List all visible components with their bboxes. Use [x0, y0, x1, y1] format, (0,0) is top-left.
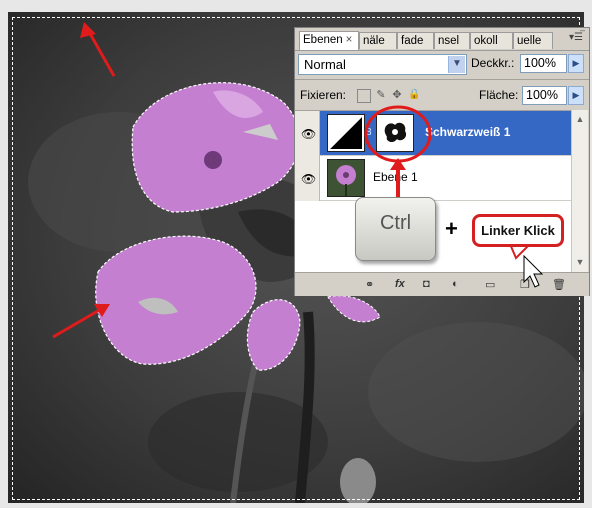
screenshot-frame: Ebenen × näle fade nsel okoll uelle – ▾☰ … [0, 0, 592, 508]
left-click-callout: Linker Klick [472, 214, 564, 247]
annotation-overlay [364, 105, 544, 288]
mouse-cursor-icon [523, 254, 544, 288]
highlight-circle [364, 105, 432, 163]
ctrl-key-graphic: Ctrl [355, 197, 436, 261]
plus-sign: + [445, 216, 458, 241]
